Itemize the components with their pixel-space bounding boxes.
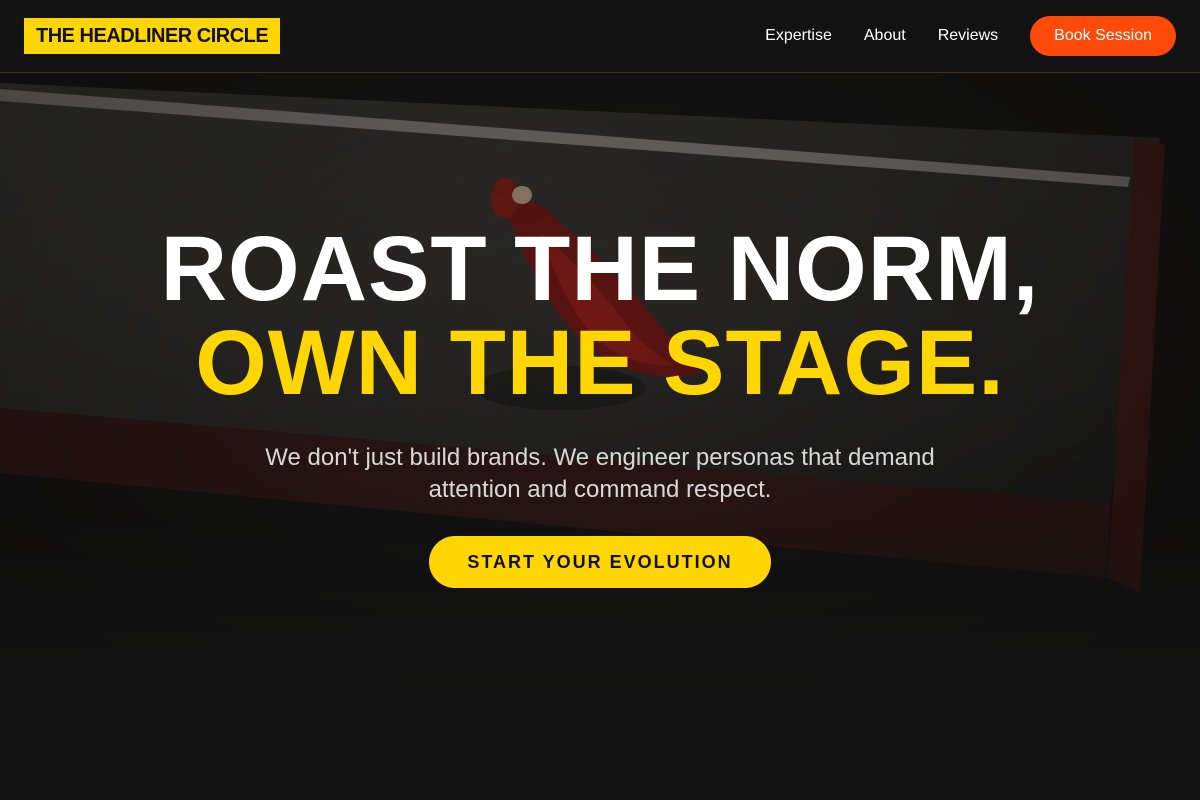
book-session-button[interactable]: Book Session <box>1030 16 1176 56</box>
hero-headline-line2: OWN THE STAGE. <box>195 312 1005 414</box>
site-header: THE HEADLINER CIRCLE Expertise About Rev… <box>0 0 1200 73</box>
start-evolution-button[interactable]: START YOUR EVOLUTION <box>429 536 771 588</box>
main-nav: Expertise About Reviews Book Session <box>765 16 1176 56</box>
hero-subtitle: We don't just build brands. We engineer … <box>265 444 935 503</box>
nav-link-reviews[interactable]: Reviews <box>938 27 998 45</box>
brand-logo[interactable]: THE HEADLINER CIRCLE <box>24 18 281 54</box>
hero-headline: ROAST THE NORM, OWN THE STAGE. <box>0 222 1200 410</box>
hero-section: ROAST THE NORM, OWN THE STAGE. We don't … <box>0 222 1200 588</box>
landing-page: THE HEADLINER CIRCLE Expertise About Rev… <box>0 0 1200 800</box>
hero-headline-line1: ROAST THE NORM, <box>160 218 1040 320</box>
nav-link-expertise[interactable]: Expertise <box>765 27 832 45</box>
nav-link-about[interactable]: About <box>864 27 906 45</box>
